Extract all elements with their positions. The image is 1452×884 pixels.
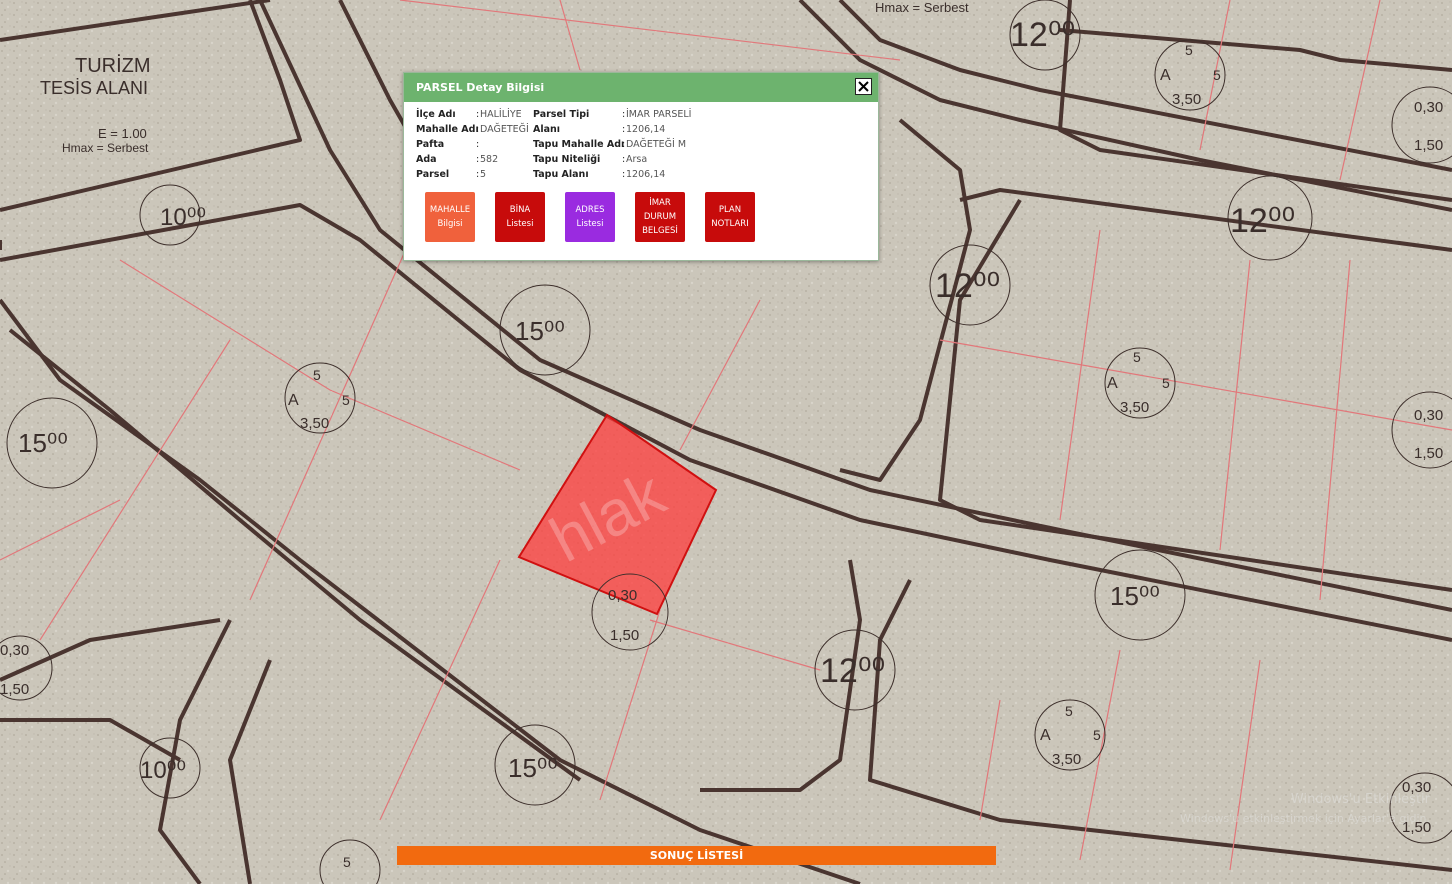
density-label: A — [288, 392, 299, 409]
field-value: DAĞETEĞİ M — [626, 139, 687, 150]
density-label: 5 — [1065, 703, 1073, 719]
button-label: DURUM — [643, 212, 677, 222]
density-label: 5 — [1093, 727, 1101, 743]
field-label: Tapu Alanı — [533, 169, 589, 180]
field-label: İlçe Adı — [416, 109, 456, 120]
road-width-label: 12⁰⁰ — [820, 652, 885, 690]
density-label: A — [1107, 375, 1118, 392]
density-label: 3,50 — [1052, 751, 1081, 768]
field-label: Parsel Tipi — [533, 109, 590, 120]
density-label: 3,50 — [1120, 399, 1149, 416]
field-label: Parsel — [416, 169, 450, 180]
density-label: 5 — [1162, 375, 1170, 391]
field-label: Mahalle Adı — [416, 124, 479, 135]
button-label: ADRES — [575, 205, 605, 215]
density-label: 0,30 — [1414, 407, 1443, 424]
density-label: 1,50 — [0, 681, 29, 698]
density-label: 1,50 — [1414, 137, 1443, 154]
button-label: İMAR — [649, 198, 671, 208]
field-separator: : — [622, 109, 626, 120]
button-label: Listesi — [506, 219, 534, 229]
road-width-label: 12⁰⁰ — [935, 267, 1000, 305]
button-label: Listesi — [576, 219, 604, 229]
info-row: Pafta : Tapu Mahalle Adı : DAĞETEĞİ M — [416, 139, 876, 154]
field-separator: : — [476, 109, 480, 120]
button-label: BİNA — [509, 205, 531, 215]
density-label: 1,50 — [610, 627, 639, 644]
field-separator: : — [476, 139, 480, 150]
road-width-label: 10⁰⁰ — [160, 204, 206, 231]
road-width-label: 15⁰⁰ — [508, 753, 558, 783]
button-label: PLAN — [718, 205, 742, 215]
field-value: 582 — [480, 154, 499, 165]
field-value: DAĞETEĞİ — [480, 124, 529, 135]
road-width-label: 15⁰⁰ — [18, 428, 68, 458]
density-label: 0,30 — [1414, 99, 1443, 116]
density-label: 0,30 — [0, 642, 29, 659]
density-label: 5 — [1185, 42, 1193, 58]
popup-header: PARSEL Detay Bilgisi — [404, 73, 878, 102]
density-label: 3,50 — [1172, 91, 1201, 108]
zoning-hmax-top: Hmax = Serbest — [875, 0, 969, 15]
windows-activation-title: Windows'u Etkinleştir — [1290, 792, 1430, 807]
road-width-label: 15⁰⁰ — [1110, 581, 1160, 611]
road-width-label: 12⁰⁰ — [1010, 16, 1075, 54]
field-label: Alanı — [533, 124, 561, 135]
address-list-button[interactable]: ADRES Listesi — [565, 192, 615, 242]
density-label: 5 — [1133, 349, 1141, 365]
info-row: Mahalle Adı : DAĞETEĞİ Alanı : 1206,14 — [416, 124, 876, 139]
button-label: BELGESİ — [642, 226, 678, 236]
zoning-e-label: E = 1.00 — [98, 126, 147, 141]
density-label: 5 — [342, 392, 350, 408]
tourism-label-2: TESİS ALANI — [40, 78, 148, 98]
zoning-status-button[interactable]: İMAR DURUM BELGESİ — [635, 192, 685, 242]
field-separator: : — [622, 124, 626, 135]
info-row: İlçe Adı : HALİLİYE Parsel Tipi : İMAR P… — [416, 109, 876, 124]
field-value: HALİLİYE — [480, 109, 522, 120]
tourism-label-1: TURİZM — [75, 54, 151, 77]
field-value: 1206,14 — [626, 124, 666, 135]
road-width-label: 15⁰⁰ — [515, 316, 565, 346]
close-icon — [858, 81, 869, 92]
field-value: Arsa — [626, 154, 648, 165]
button-label: Bilgisi — [437, 219, 463, 229]
button-label: MAHALLE — [429, 205, 471, 215]
density-label: 5 — [343, 854, 351, 870]
density-label: 1,50 — [1414, 445, 1443, 462]
parcel-detail-popup: PARSEL Detay Bilgisi İlçe Adı : HALİLİYE… — [403, 72, 879, 261]
windows-activation-subtitle: Windows'u etkinleştirmek için Ayarlar'a … — [1180, 812, 1430, 825]
road-width-label: 10⁰⁰ — [140, 757, 186, 784]
field-label: Tapu Mahalle Adı — [533, 139, 625, 150]
field-value: 1206,14 — [626, 169, 666, 180]
info-row: Parsel : 5 Tapu Alanı : 1206,14 — [416, 169, 876, 184]
field-separator: : — [622, 139, 626, 150]
field-label: Pafta — [416, 139, 445, 150]
field-label: Tapu Niteliği — [533, 154, 601, 165]
density-label: 3,50 — [300, 415, 329, 432]
field-value: İMAR PARSELİ — [626, 109, 692, 120]
close-button[interactable] — [855, 78, 872, 95]
field-separator: : — [622, 169, 626, 180]
mahalle-info-button[interactable]: MAHALLE Bilgisi — [425, 192, 475, 242]
road-width-label: 12⁰⁰ — [1230, 202, 1295, 240]
density-label: 5 — [313, 367, 321, 383]
field-separator: : — [622, 154, 626, 165]
plan-notes-button[interactable]: PLAN NOTLARI — [705, 192, 755, 242]
info-row: Ada : 582 Tapu Niteliği : Arsa — [416, 154, 876, 169]
field-value: 5 — [480, 169, 487, 180]
button-label: NOTLARI — [711, 219, 749, 229]
building-list-button[interactable]: BİNA Listesi — [495, 192, 545, 242]
field-separator: : — [476, 154, 480, 165]
field-label: Ada — [416, 154, 437, 165]
popup-title: PARSEL Detay Bilgisi — [416, 81, 545, 94]
density-label: A — [1160, 67, 1171, 84]
density-label: 0,30 — [608, 587, 637, 604]
field-separator: : — [476, 169, 480, 180]
density-label: A — [1040, 727, 1051, 744]
density-label: 5 — [1213, 67, 1221, 83]
field-separator: : — [476, 124, 480, 135]
zoning-hmax-left: Hmax = Serbest — [62, 141, 149, 155]
result-list-button[interactable]: SONUÇ LİSTESİ — [397, 846, 996, 865]
